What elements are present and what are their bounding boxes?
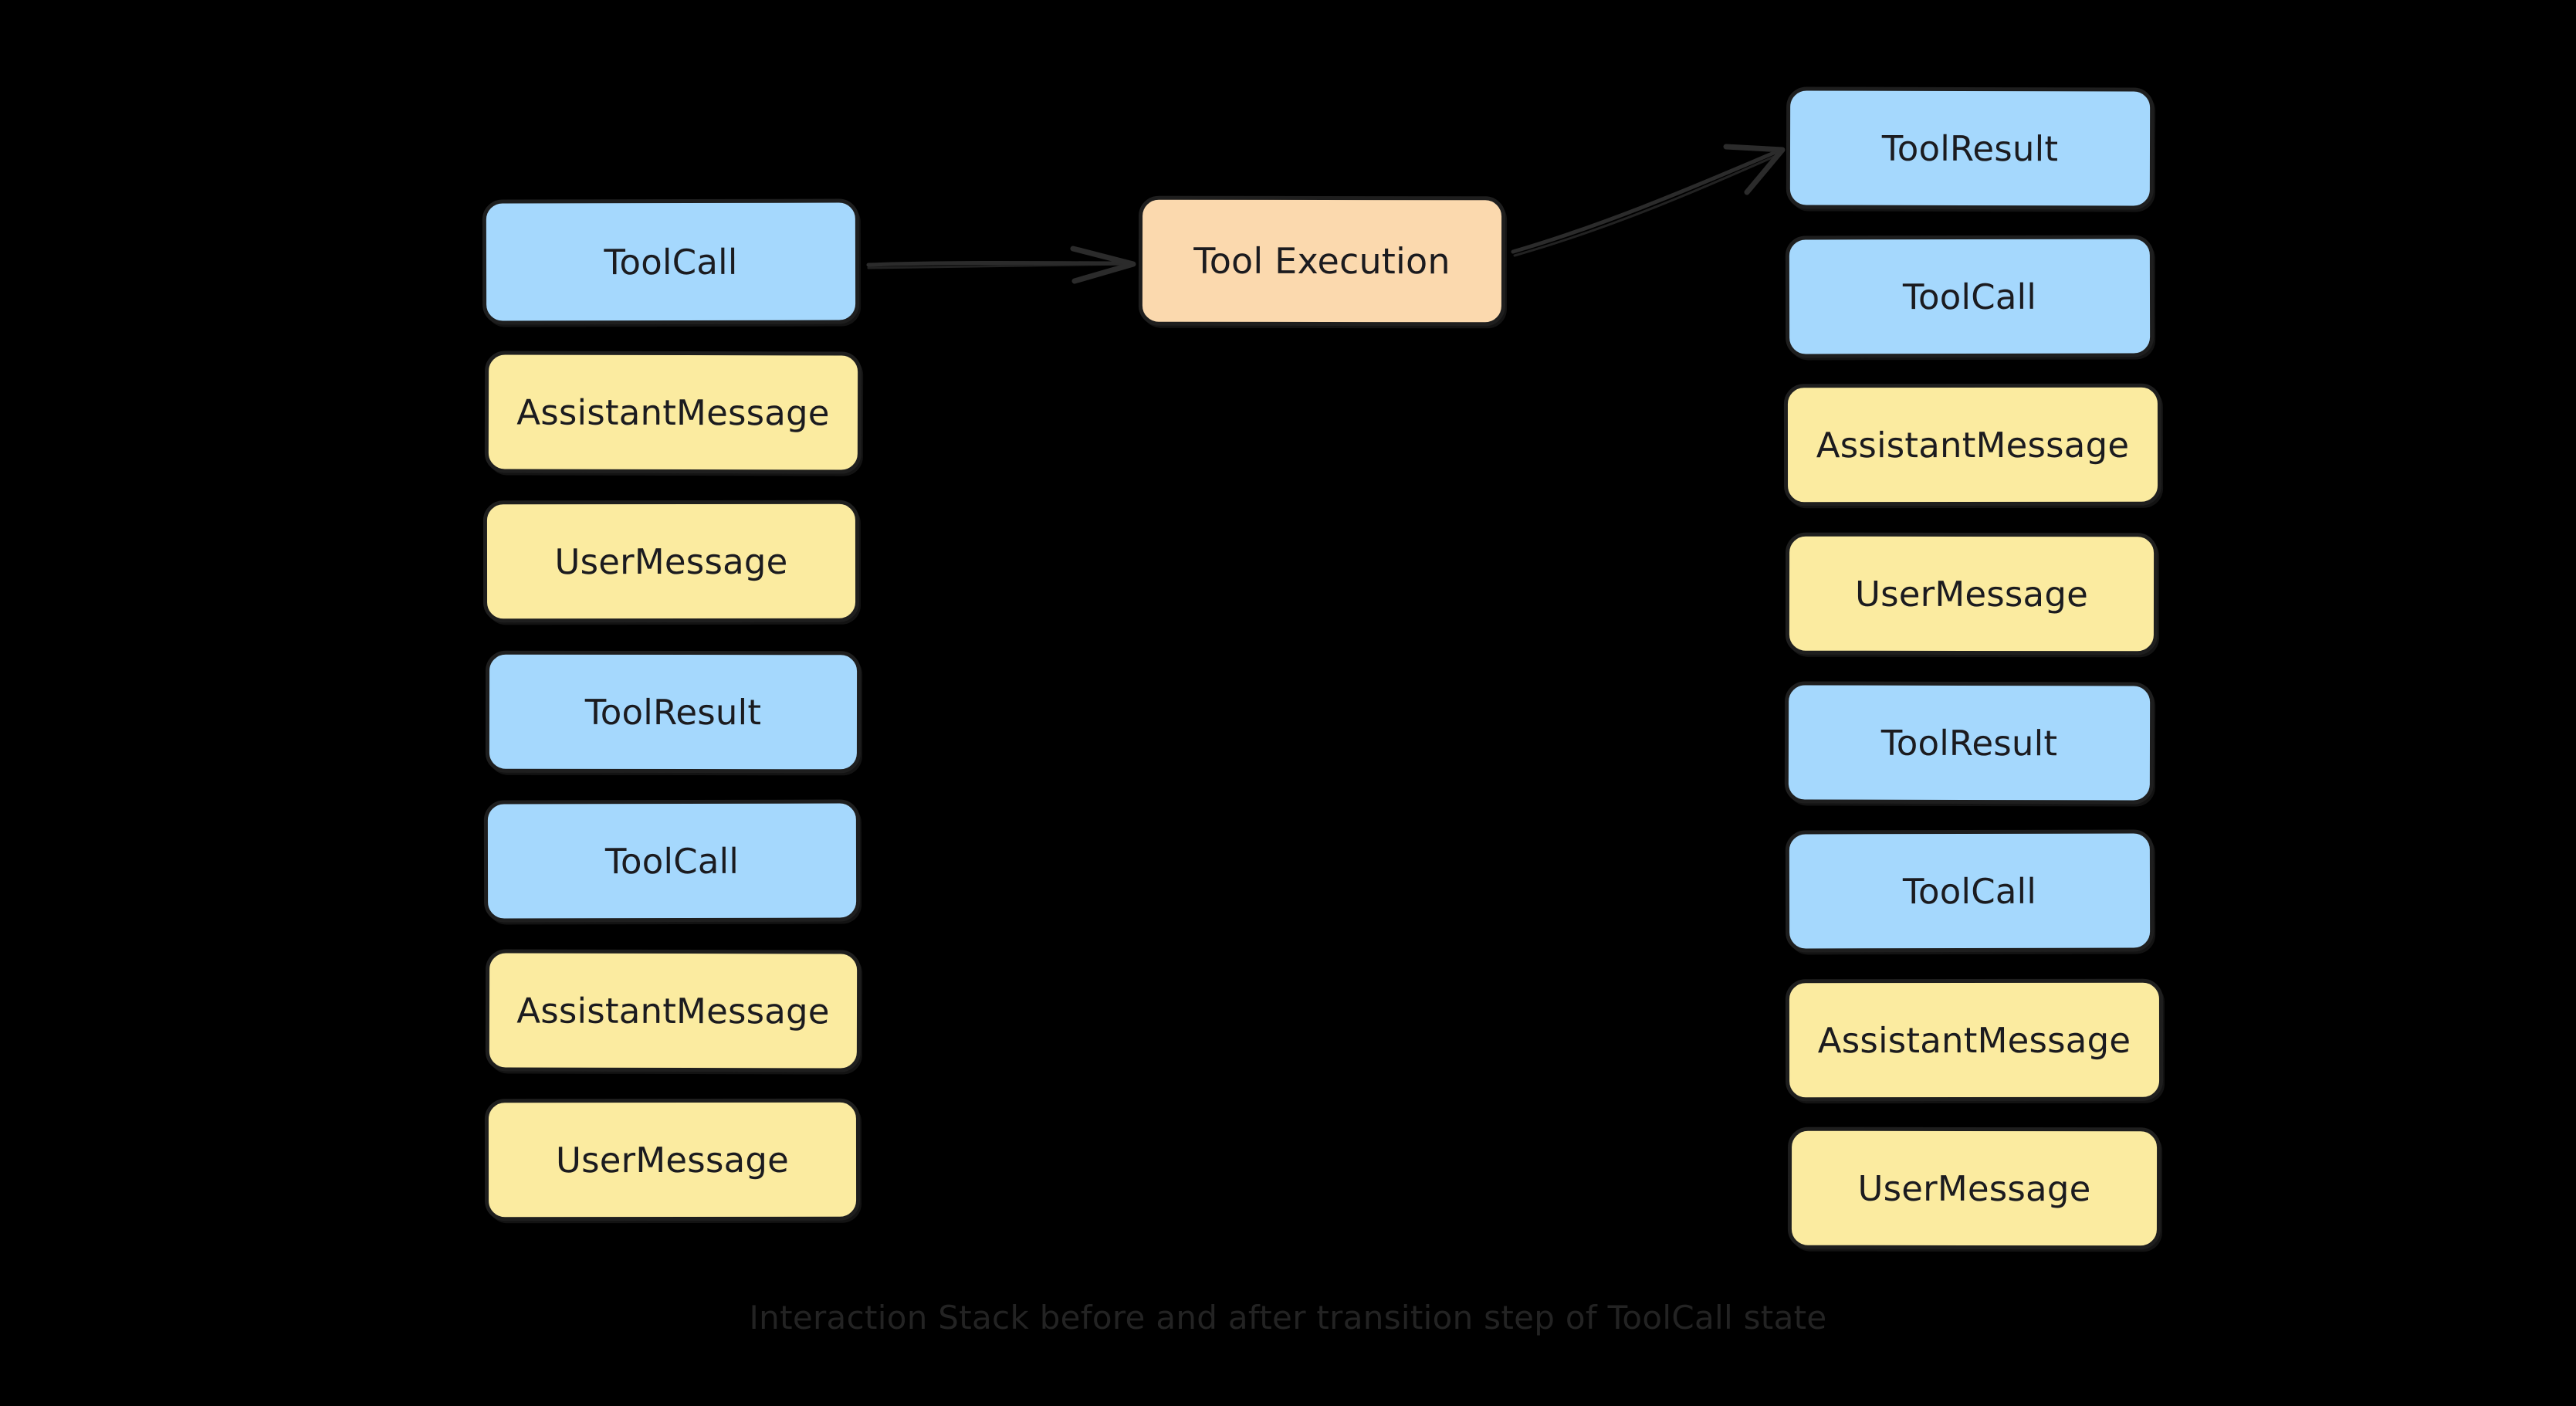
arrow-toolcall-to-toolexecution [866, 246, 1136, 284]
diagram-canvas: ToolCall AssistantMessage UserMessage To… [0, 0, 2576, 1406]
arrows-layer [866, 144, 1786, 284]
diagram-caption: Interaction Stack before and after trans… [749, 1299, 1827, 1337]
arrow-toolexecution-to-toolresult [1511, 144, 1786, 257]
